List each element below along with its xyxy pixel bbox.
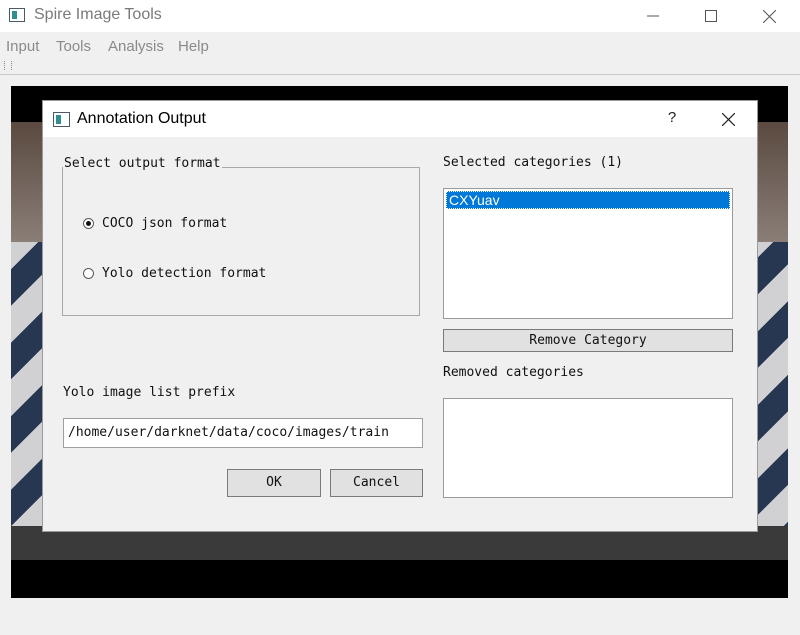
selected-categories-label: Selected categories (1) bbox=[443, 155, 624, 170]
annotation-output-dialog: Annotation Output ? Select output format… bbox=[43, 101, 757, 531]
dialog-titlebar: Annotation Output ? bbox=[43, 101, 757, 137]
dialog-title: Annotation Output bbox=[77, 110, 206, 127]
removed-categories-label: Removed categories bbox=[443, 365, 584, 380]
close-icon bbox=[721, 112, 735, 126]
coco-radio[interactable] bbox=[83, 218, 94, 229]
yolo-format-option[interactable]: Yolo detection format bbox=[83, 266, 266, 281]
ok-button[interactable]: OK bbox=[227, 469, 321, 497]
close-window-button[interactable] bbox=[740, 0, 798, 32]
maximize-icon bbox=[705, 10, 717, 22]
app-icon bbox=[9, 8, 25, 22]
dialog-close-button[interactable] bbox=[711, 105, 745, 133]
menu-analysis[interactable]: Analysis bbox=[108, 38, 164, 55]
output-format-group bbox=[62, 167, 420, 316]
minimize-button[interactable] bbox=[624, 0, 682, 32]
maximize-button[interactable] bbox=[682, 0, 740, 32]
app-title: Spire Image Tools bbox=[34, 6, 162, 23]
background-image-bottom bbox=[11, 526, 788, 560]
dialog-icon bbox=[53, 112, 70, 127]
cancel-button[interactable]: Cancel bbox=[330, 469, 423, 497]
yolo-radio[interactable] bbox=[83, 268, 94, 279]
toolbar bbox=[0, 58, 800, 75]
coco-format-option[interactable]: COCO json format bbox=[83, 216, 227, 231]
help-button[interactable]: ? bbox=[657, 109, 687, 131]
menu-bar: Input Tools Analysis Help bbox=[0, 34, 800, 58]
yolo-format-label: Yolo detection format bbox=[102, 266, 267, 281]
remove-category-button[interactable]: Remove Category bbox=[443, 329, 733, 352]
prefix-label: Yolo image list prefix bbox=[63, 385, 236, 400]
app-titlebar: Spire Image Tools bbox=[0, 0, 800, 32]
selected-categories-list[interactable]: CXYuav bbox=[443, 188, 733, 319]
menu-input[interactable]: Input bbox=[6, 38, 39, 55]
menu-help[interactable]: Help bbox=[178, 38, 209, 55]
toolbar-grip[interactable] bbox=[4, 61, 12, 70]
output-format-title: Select output format bbox=[63, 156, 222, 171]
coco-format-label: COCO json format bbox=[102, 216, 228, 231]
list-item[interactable]: CXYuav bbox=[446, 191, 730, 209]
minimize-icon bbox=[647, 15, 659, 17]
prefix-input[interactable]: /home/user/darknet/data/coco/images/trai… bbox=[63, 418, 423, 448]
close-icon bbox=[762, 9, 776, 23]
menu-tools[interactable]: Tools bbox=[56, 38, 91, 55]
removed-categories-list[interactable] bbox=[443, 398, 733, 498]
